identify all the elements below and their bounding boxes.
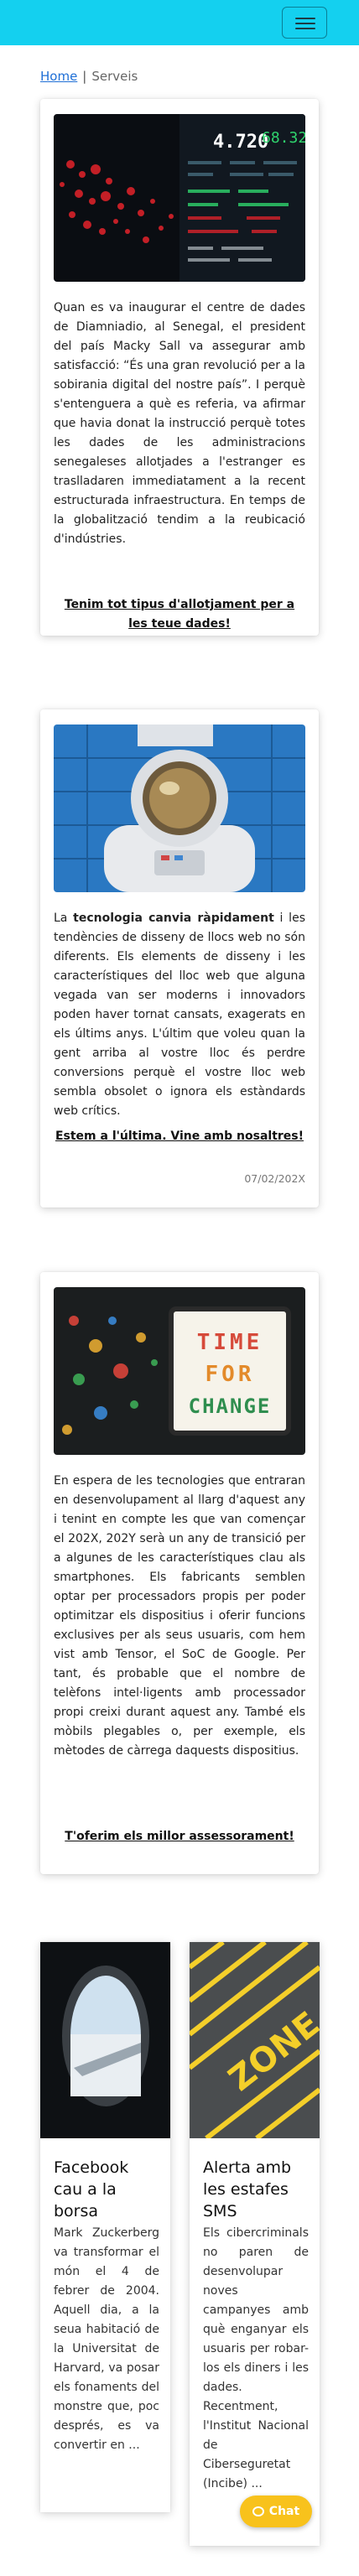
lightbox-word-change: CHANGE xyxy=(189,1394,272,1418)
hamburger-icon-line xyxy=(295,23,315,24)
news-title[interactable]: Facebook cau a la borsa xyxy=(54,2157,159,2222)
breadcrumb-current: Serveis xyxy=(91,69,138,84)
image-readout-primary: 4.720 xyxy=(213,132,268,153)
chat-label: Chat xyxy=(268,2505,300,2518)
card-body-text: En espera de les tecnologies que entrara… xyxy=(54,1474,305,1758)
top-navbar xyxy=(0,0,359,45)
service-card-web-design: La tecnologia canvia ràpidament i les te… xyxy=(40,709,319,1208)
hosting-cta-link[interactable]: Tenim tot tipus d'allotjament per a les … xyxy=(54,595,305,634)
lightbox-word-time: TIME xyxy=(197,1330,263,1355)
service-card-hosting: 4.720 68.324 Quan es va inaugurar el cen… xyxy=(40,99,319,636)
lightbox-word-for: FOR xyxy=(206,1362,255,1387)
web-design-cta-link[interactable]: Estem a l'última. Vine amb nosaltres! xyxy=(54,1127,305,1146)
news-excerpt: Mark Zuckerberg va transformar el món el… xyxy=(54,2226,159,2452)
time-for-change-image: TIME FOR CHANGE xyxy=(54,1287,305,1455)
stock-market-image: 4.720 68.324 xyxy=(54,114,305,282)
news-card-facebook[interactable]: Facebook cau a la borsa Mark Zuckerberg … xyxy=(40,1942,170,2512)
news-title[interactable]: Alerta amb les estafes SMS xyxy=(203,2157,309,2222)
chat-bubble-icon xyxy=(252,2506,264,2516)
breadcrumb: Home | Serveis xyxy=(40,69,138,84)
body-text-highlight: tecnologia canvia ràpidament xyxy=(73,911,274,925)
zone-road-image: ZONE xyxy=(190,1942,320,2141)
astronaut-mural-image xyxy=(54,724,305,892)
service-card-advisory: TIME FOR CHANGE En espera de les tecnolo… xyxy=(40,1272,319,1874)
hamburger-icon xyxy=(295,18,315,19)
advisory-cta-link[interactable]: T'oferim els millor assessorament! xyxy=(54,1827,305,1846)
body-text-rest: i les tendències de disseny de llocs web… xyxy=(54,911,305,1118)
card-body-text: La tecnologia canvia ràpidament i les te… xyxy=(54,909,305,1121)
breadcrumb-home-link[interactable]: Home xyxy=(40,69,77,84)
post-date: 07/02/202X xyxy=(244,1172,305,1185)
card-body-text: Quan es va inaugurar el centre de dades … xyxy=(54,301,305,546)
chat-button[interactable]: Chat xyxy=(240,2496,312,2527)
airplane-window-image xyxy=(40,1942,170,2138)
news-card-sms-scams[interactable]: ZONE Alerta amb les estafes SMS Els cibe… xyxy=(190,1942,320,2546)
body-text-intro: La xyxy=(54,911,74,925)
breadcrumb-separator: | xyxy=(82,69,87,84)
image-readout-secondary: 68.324 xyxy=(262,129,305,147)
menu-toggle-button[interactable] xyxy=(282,7,327,39)
hamburger-icon-line xyxy=(295,28,315,29)
news-excerpt: Els cibercriminals no paren de desenvolu… xyxy=(203,2226,309,2490)
